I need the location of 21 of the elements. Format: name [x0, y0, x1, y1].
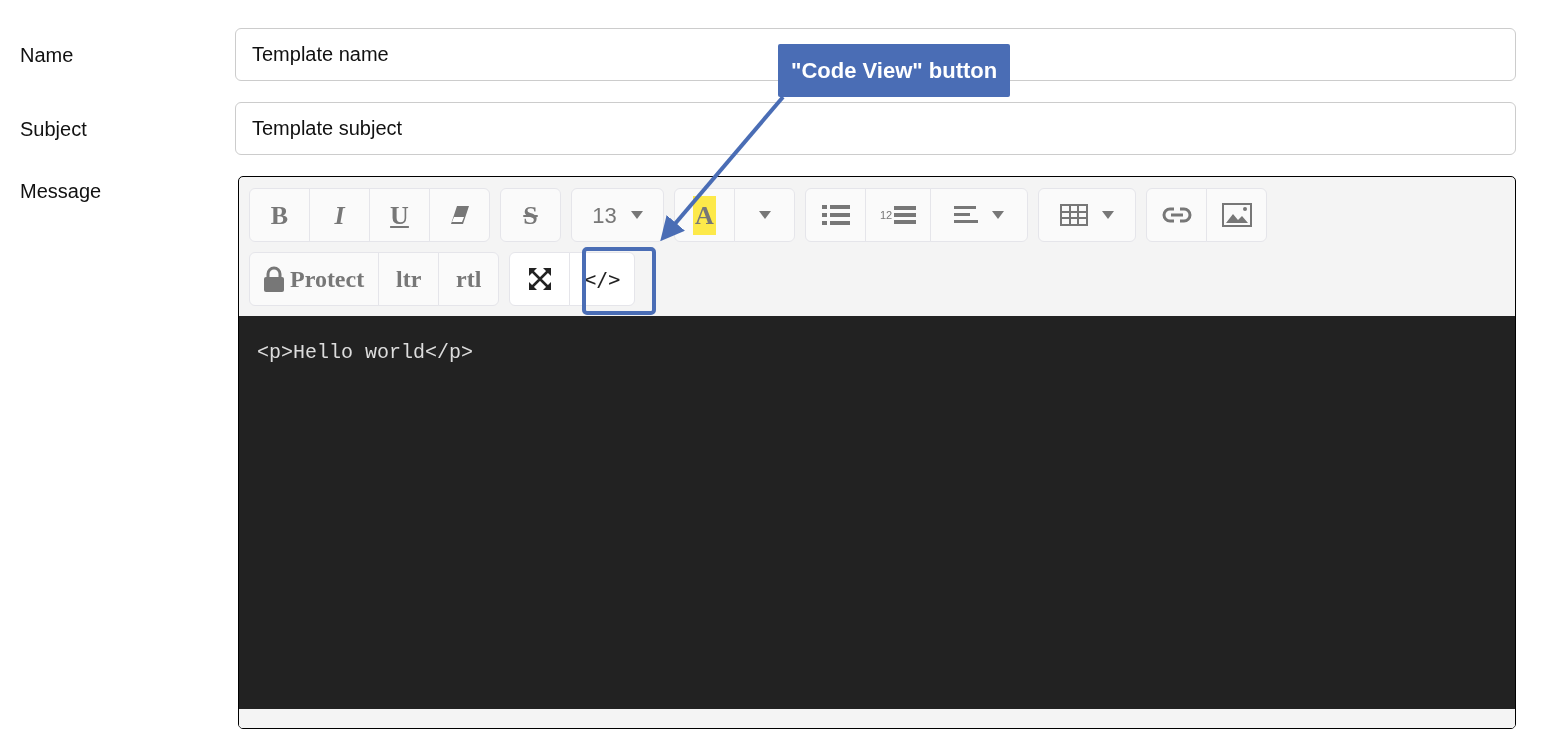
align-left-icon [954, 205, 979, 225]
field-label: Subject [20, 116, 88, 142]
caret-icon [630, 211, 643, 219]
caret-icon [1102, 211, 1115, 219]
table-icon [1060, 204, 1089, 226]
picture-icon [1221, 203, 1252, 227]
code-view-button[interactable]: </> [569, 252, 636, 306]
expand-arrows-icon [527, 267, 552, 291]
caret-icon [992, 211, 1005, 219]
lock-icon [264, 266, 284, 292]
text-field[interactable]: Template subject [235, 102, 1516, 155]
caret-icon [758, 211, 771, 219]
fullscreen-button[interactable] [509, 252, 571, 306]
eraser-icon [448, 205, 471, 225]
field-label: Name [20, 42, 75, 68]
lines-icon [894, 205, 917, 225]
field-label: Message [20, 179, 103, 204]
bullet-list-icon [821, 204, 850, 226]
code-editor[interactable]: <p>Hello world</p> [239, 316, 1515, 709]
callout-label: "Code View" button [778, 44, 1011, 97]
link-icon [1161, 207, 1192, 223]
